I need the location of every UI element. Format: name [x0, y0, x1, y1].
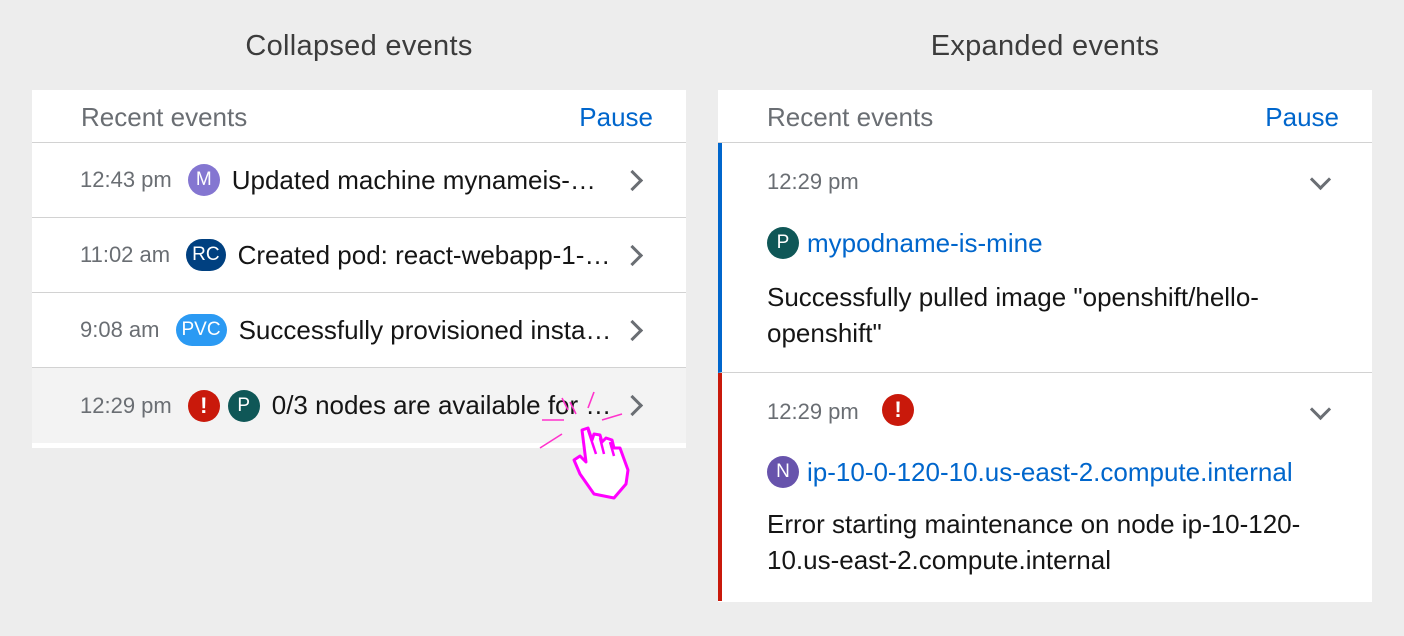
event-message: Error starting maintenance on node ip-10… — [767, 509, 1301, 575]
panel-header: Recent events Pause — [718, 90, 1372, 143]
event-time: 12:29 pm — [767, 399, 859, 424]
event-message: Successfully pulled image "openshift/hel… — [767, 282, 1259, 348]
resource-link[interactable]: mypodname-is-mine — [807, 228, 1043, 259]
expanded-events-title: Expanded events — [930, 30, 1160, 62]
error-icon: ! — [882, 394, 914, 426]
pause-button[interactable]: Pause — [579, 102, 653, 133]
event-time: 11:02 am — [80, 242, 171, 267]
event-message: Updated machine mynameis-machine — [231, 164, 625, 195]
error-icon: ! — [187, 389, 220, 422]
chevron-right-icon[interactable] — [621, 169, 644, 191]
event-row[interactable]: 12:43 pm M Updated machine mynameis-mach… — [32, 143, 686, 218]
event-row[interactable]: 9:08 am PVC Successfully provisioned ins… — [32, 293, 686, 368]
event-resource: N ip-10-0-120-10.us-east-2.compute.inter… — [767, 456, 1293, 488]
resource-badge: P — [767, 227, 799, 259]
event-row[interactable]: 11:02 am RC Created pod: react-webapp-1-… — [32, 218, 686, 293]
chevron-right-icon[interactable] — [621, 244, 644, 266]
hand-pointer-icon — [539, 391, 630, 500]
event-time: 12:29 pm — [80, 392, 172, 418]
event-resource: P mypodname-is-mine — [767, 227, 1043, 259]
resource-badge: M — [187, 164, 220, 196]
expanded-event: 12:29 pm P mypodname-is-mine Successfull… — [718, 143, 1372, 373]
expanded-event-error: 12:29 pm ! N ip-10-0-120-10.us-east-2.co… — [718, 373, 1372, 601]
resource-badge: RC — [186, 239, 226, 271]
event-time: 9:08 am — [80, 317, 160, 342]
event-message: Successfully provisioned instance — [238, 314, 625, 345]
chevron-right-icon[interactable] — [621, 319, 644, 341]
pause-button[interactable]: Pause — [1265, 102, 1339, 133]
collapsed-events-title: Collapsed events — [245, 30, 473, 62]
resource-badge: PVC — [175, 314, 227, 346]
resource-badge: P — [227, 389, 260, 422]
resource-link[interactable]: ip-10-0-120-10.us-east-2.compute.interna… — [807, 457, 1293, 488]
event-time: 12:29 pm — [767, 169, 859, 194]
chevron-down-icon[interactable] — [1309, 168, 1332, 191]
event-message: Created pod: react-webapp-1-abcde — [237, 239, 625, 270]
recent-events-heading: Recent events — [81, 102, 248, 132]
chevron-down-icon[interactable] — [1309, 398, 1332, 421]
resource-badge: N — [767, 456, 799, 488]
event-time: 12:43 pm — [80, 167, 172, 192]
recent-events-heading: Recent events — [767, 102, 934, 132]
expanded-events-panel: Recent events Pause 12:29 pm P mypodname… — [718, 90, 1372, 602]
panel-header: Recent events Pause — [32, 90, 686, 143]
